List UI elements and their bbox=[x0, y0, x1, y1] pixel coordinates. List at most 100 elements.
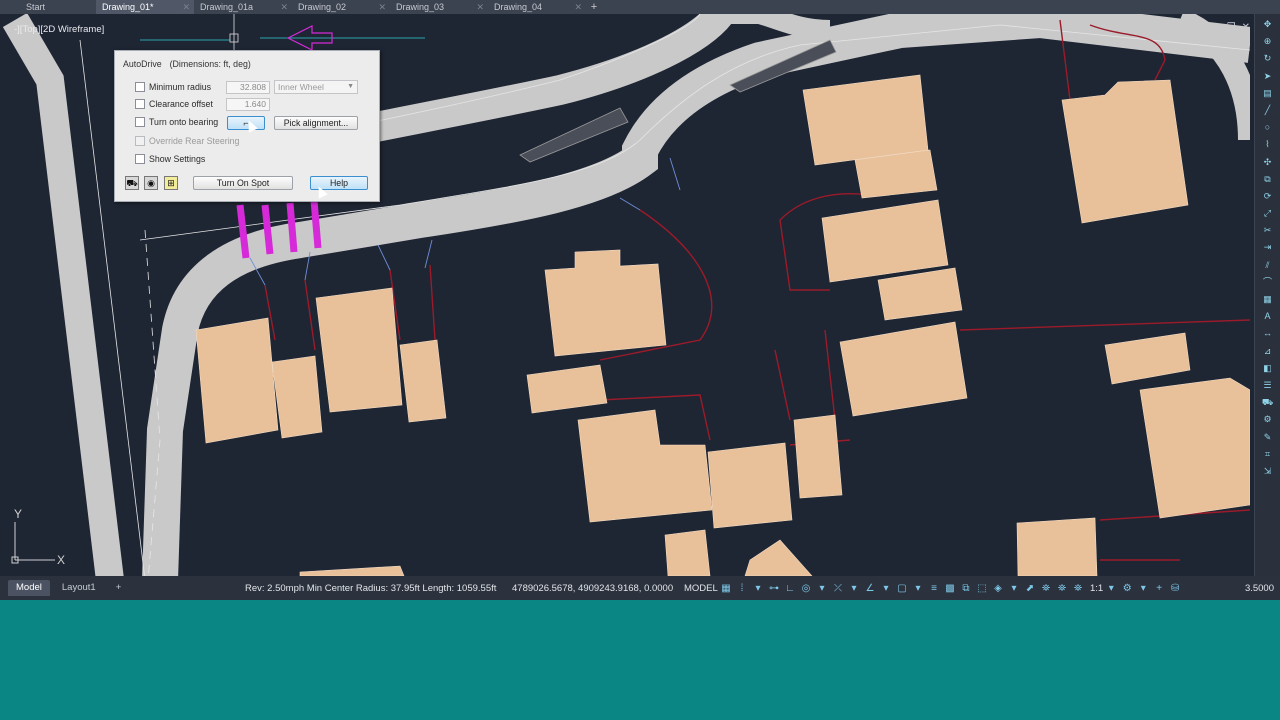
tab-drawing-03[interactable]: Drawing_03 ✕ bbox=[390, 0, 488, 14]
model-space-toggle[interactable]: MODEL bbox=[684, 583, 718, 594]
polyline-icon[interactable]: ⌇ bbox=[1259, 137, 1277, 151]
min-radius-checkbox[interactable] bbox=[135, 82, 145, 92]
clearance-checkbox[interactable] bbox=[135, 99, 145, 109]
tab-drawing-02[interactable]: Drawing_02 ✕ bbox=[292, 0, 390, 14]
add-layout-button[interactable]: + bbox=[108, 580, 130, 596]
text-icon[interactable]: A bbox=[1259, 309, 1277, 323]
snap-icon[interactable]: ⁞ bbox=[736, 583, 748, 594]
hardware-acceleration-icon[interactable]: ⛁ bbox=[1169, 583, 1181, 594]
override-rear-checkbox[interactable] bbox=[135, 136, 145, 146]
expand-icon[interactable]: ⇲ bbox=[1259, 464, 1277, 478]
orbit-icon[interactable]: ↻ bbox=[1259, 51, 1277, 65]
coordinate-readout[interactable]: 4789026.5678, 4909243.9168, 0.0000 bbox=[512, 583, 684, 594]
new-tab-button[interactable]: + bbox=[586, 1, 602, 13]
auto-scale-icon[interactable]: ⛯ bbox=[1056, 583, 1068, 594]
polar-icon[interactable]: ◎ bbox=[800, 583, 812, 594]
tab-model[interactable]: Model bbox=[8, 580, 50, 596]
ortho-icon[interactable]: ∟ bbox=[784, 583, 796, 594]
vehicle-settings-icon[interactable]: ⊞ bbox=[164, 176, 178, 190]
clearance-field[interactable]: 1.640 bbox=[226, 98, 270, 111]
file-tab-bar: Start Drawing_01* ✕ Drawing_01a ✕ Drawing_… bbox=[0, 0, 1280, 14]
settings-icon[interactable]: ⚙ bbox=[1259, 412, 1277, 426]
offset-icon[interactable]: ⫽ bbox=[1259, 258, 1277, 272]
chevron-down-icon[interactable]: ▾ bbox=[848, 583, 860, 594]
trim-icon[interactable]: ✂ bbox=[1259, 223, 1277, 237]
min-radius-label: Minimum radius bbox=[149, 82, 212, 92]
pen-icon[interactable]: ✎ bbox=[1259, 430, 1277, 444]
close-icon[interactable]: ✕ bbox=[378, 0, 386, 14]
tab-start[interactable]: Start bbox=[0, 0, 96, 14]
gizmo-icon[interactable]: ◈ bbox=[992, 583, 1004, 594]
selection-filter-icon[interactable]: ⬈ bbox=[1024, 583, 1036, 594]
pan-icon[interactable]: ✥ bbox=[1259, 17, 1277, 31]
object-track-icon[interactable]: ∠ bbox=[864, 583, 876, 594]
arrow-icon[interactable]: ➤ bbox=[1259, 69, 1277, 83]
transparency-icon[interactable]: ▩ bbox=[944, 583, 956, 594]
circle-icon[interactable]: ○ bbox=[1259, 120, 1277, 134]
3d-osnap-icon[interactable]: ⬚ bbox=[976, 583, 988, 594]
grid-icon[interactable]: ▦ bbox=[720, 583, 732, 594]
chevron-down-icon[interactable]: ▾ bbox=[912, 583, 924, 594]
chevron-down-icon[interactable]: ▾ bbox=[1105, 583, 1117, 594]
chevron-down-icon[interactable]: ▾ bbox=[880, 583, 892, 594]
rotate-icon[interactable]: ⟳ bbox=[1259, 189, 1277, 203]
isodraft-icon[interactable]: ⤫ bbox=[832, 583, 844, 594]
cad-application: Start Drawing_01* ✕ Drawing_01a ✕ Drawing_… bbox=[0, 0, 1280, 600]
dimension-icon[interactable]: ↔ bbox=[1259, 326, 1277, 340]
grid-icon[interactable]: ⌗ bbox=[1259, 447, 1277, 461]
ucs-x-label: X bbox=[57, 553, 65, 567]
restore-icon[interactable]: ❐ bbox=[1227, 22, 1236, 33]
tab-drawing-01[interactable]: Drawing_01* ✕ bbox=[96, 0, 194, 14]
vehicle-left-icon[interactable]: ⛟ bbox=[125, 176, 139, 190]
tab-layout1[interactable]: Layout1 bbox=[54, 580, 104, 596]
scale-icon[interactable]: ⤢ bbox=[1259, 206, 1277, 220]
pick-alignment-button[interactable]: Pick alignment... bbox=[274, 116, 358, 130]
show-settings-checkbox[interactable] bbox=[135, 154, 145, 164]
tab-drawing-01a[interactable]: Drawing_01a ✕ bbox=[194, 0, 292, 14]
viewport-controls-label[interactable]: -][Top][2D Wireframe] bbox=[14, 24, 104, 35]
add-icon[interactable]: + bbox=[1153, 583, 1165, 594]
vehicle-icon[interactable]: ⛟ bbox=[1259, 395, 1277, 409]
move-icon[interactable]: ✣ bbox=[1259, 155, 1277, 169]
close-icon[interactable]: ✕ bbox=[280, 0, 288, 14]
copy-icon[interactable]: ⧉ bbox=[1259, 172, 1277, 186]
min-radius-field[interactable]: 32.808 bbox=[226, 81, 270, 94]
line-icon[interactable]: ╱ bbox=[1259, 103, 1277, 117]
vehicle-wheel-icon[interactable]: ◉ bbox=[144, 176, 158, 190]
fillet-icon[interactable]: ⌒ bbox=[1259, 275, 1277, 289]
min-radius-row: Minimum radius bbox=[135, 80, 227, 94]
measure-icon[interactable]: ⊿ bbox=[1259, 344, 1277, 358]
close-icon[interactable]: ✕ bbox=[476, 0, 484, 14]
chevron-down-icon[interactable]: ▾ bbox=[1137, 583, 1149, 594]
annotation-scale-icon[interactable]: ⛯ bbox=[1072, 583, 1084, 594]
selection-cycling-icon[interactable]: ⧉ bbox=[960, 583, 972, 594]
override-rear-row: Override Rear Steering bbox=[135, 134, 269, 148]
tab-label: Drawing_04 bbox=[494, 2, 543, 12]
bearing-checkbox[interactable] bbox=[135, 117, 145, 127]
close-icon[interactable]: ✕ bbox=[182, 0, 190, 14]
gear-icon[interactable]: ⚙ bbox=[1121, 583, 1133, 594]
annotation-scale[interactable]: 1:1 bbox=[1090, 583, 1103, 594]
layer-icon[interactable]: ▤ bbox=[1259, 86, 1277, 100]
tab-drawing-04[interactable]: Drawing_04 ✕ bbox=[488, 0, 586, 14]
chevron-down-icon[interactable]: ▾ bbox=[1008, 583, 1020, 594]
annotation-visibility-icon[interactable]: ⛯ bbox=[1040, 583, 1052, 594]
chevron-down-icon[interactable]: ▾ bbox=[752, 583, 764, 594]
osnap-icon[interactable]: ▢ bbox=[896, 583, 908, 594]
extend-icon[interactable]: ⇥ bbox=[1259, 240, 1277, 254]
hatch-icon[interactable]: ▦ bbox=[1259, 292, 1277, 306]
chevron-down-icon[interactable]: ▾ bbox=[816, 583, 828, 594]
min-radius-mode-select[interactable]: Inner Wheel ▼ bbox=[274, 80, 358, 94]
dialog-title-text: AutoDrive bbox=[123, 59, 162, 69]
properties-icon[interactable]: ☰ bbox=[1259, 378, 1277, 392]
lineweight-icon[interactable]: ≡ bbox=[928, 583, 940, 594]
block-icon[interactable]: ◧ bbox=[1259, 361, 1277, 375]
close-icon[interactable]: ✕ bbox=[574, 0, 582, 14]
turn-on-spot-button[interactable]: Turn On Spot bbox=[193, 176, 293, 190]
infer-icon[interactable]: ⊶ bbox=[768, 583, 780, 594]
annotation-value[interactable]: 3.5000 bbox=[1245, 583, 1280, 594]
zoom-icon[interactable]: ⊕ bbox=[1259, 34, 1277, 48]
crosshair-cursor bbox=[229, 14, 239, 50]
minimize-icon[interactable]: – bbox=[1215, 22, 1221, 33]
close-icon[interactable]: ✕ bbox=[1242, 22, 1250, 33]
